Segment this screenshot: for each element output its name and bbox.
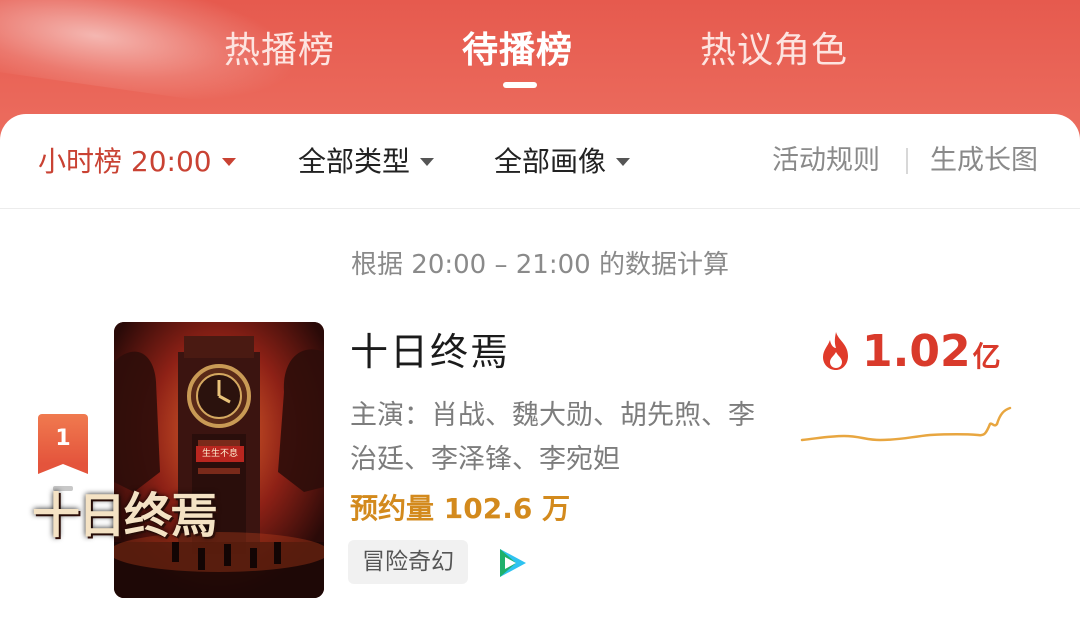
genre-tag: 冒险奇幻 xyxy=(348,540,468,584)
poster-title-art: 十日终焉 xyxy=(32,488,218,544)
data-basis-note: 根据 20:00 – 21:00 的数据计算 xyxy=(351,250,729,280)
active-tab-indicator xyxy=(503,82,537,88)
cast-list: 主演：肖战、魏大勋、胡先煦、李治廷、李泽锋、李宛妲 xyxy=(350,400,755,475)
genre-type-label: 全部类型 xyxy=(298,145,411,178)
heat-number: 1.02 xyxy=(862,326,971,377)
activity-rules-link[interactable]: 活动规则 xyxy=(772,140,880,182)
heat-trend-sparkline xyxy=(800,406,1012,442)
link-divider xyxy=(906,148,908,174)
filter-divider xyxy=(0,208,1080,209)
rank-badge: 1 xyxy=(38,414,88,474)
generate-long-image-link[interactable]: 生成长图 xyxy=(930,140,1038,182)
poster-tagline: 生生不息 xyxy=(196,446,244,462)
chevron-down-icon xyxy=(221,158,236,166)
hour-ranking-dropdown[interactable]: 小时榜 20:00 xyxy=(38,140,236,183)
persona-label: 全部画像 xyxy=(494,145,607,178)
chevron-down-icon xyxy=(616,158,631,166)
heat-unit: 亿 xyxy=(972,340,1001,373)
heat-value: 1.02亿 xyxy=(862,322,1001,387)
hour-ranking-label: 小时榜 20:00 xyxy=(38,145,212,178)
tencent-video-icon xyxy=(500,549,526,577)
tab-hot-playing[interactable]: 热播榜 xyxy=(224,26,335,76)
watermark-logo xyxy=(954,584,1060,614)
genre-type-dropdown[interactable]: 全部类型 xyxy=(298,140,435,183)
show-title[interactable]: 十日终焉 xyxy=(350,326,510,378)
tab-hot-characters[interactable]: 热议角色 xyxy=(700,26,848,76)
tab-upcoming[interactable]: 待播榜 xyxy=(462,26,573,76)
flame-icon xyxy=(823,332,848,370)
persona-dropdown[interactable]: 全部画像 xyxy=(494,140,631,183)
chevron-down-icon xyxy=(420,158,435,166)
reservation-count: 预约量 102.6 万 xyxy=(350,492,571,525)
